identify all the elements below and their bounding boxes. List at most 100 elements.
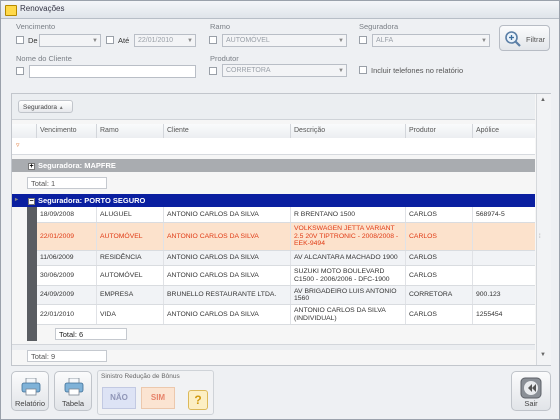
ramo-select[interactable]: AUTOMÓVEL ▼ — [222, 34, 347, 47]
cell-ramo: EMPRESA — [97, 286, 164, 304]
cell-produtor: CARLOS — [406, 266, 473, 285]
grid-header: Vencimento Ramo Cliente Descrição Produt… — [12, 124, 535, 139]
vertical-scrollbar[interactable]: ▲ ⁞ ▼ — [536, 94, 551, 365]
header-vencimento[interactable]: Vencimento — [37, 124, 97, 138]
group-total-porto-seguro: Total: 6 — [37, 328, 535, 340]
ramo-checkbox[interactable] — [209, 36, 217, 44]
row-pointer-icon: ▸ — [15, 197, 19, 203]
ate-label: Até — [118, 36, 130, 45]
magnifier-plus-icon — [505, 31, 521, 47]
table-row[interactable]: 11/06/2009 RESIDÊNCIA ANTONIO CARLOS DA … — [37, 251, 535, 266]
group-row-mapfre[interactable]: + Seguradora: MAPFRE — [12, 159, 535, 172]
produtor-label: Produtor — [210, 54, 239, 63]
cell-apolice: 900.123 — [476, 291, 501, 299]
ramo-value: AUTOMÓVEL — [226, 37, 270, 44]
cell-apolice — [473, 266, 535, 285]
de-checkbox[interactable] — [16, 36, 24, 44]
header-apolice[interactable]: Apólice — [473, 124, 535, 138]
table-row[interactable]: 24/09/2009 EMPRESA BRUNELLO RESTAURANTE … — [37, 286, 535, 305]
header-ramo[interactable]: Ramo — [97, 124, 164, 138]
table-row[interactable]: 22/01/2010 VIDA ANTONIO CARLOS DA SILVA … — [37, 305, 535, 325]
group-indent-bar — [27, 207, 37, 341]
printer-icon — [21, 378, 41, 396]
group-label-mapfre: Seguradora: MAPFRE — [38, 161, 116, 170]
vencimento-label: Vencimento — [16, 22, 56, 31]
nome-cliente-input[interactable] — [29, 65, 196, 78]
scroll-down-icon[interactable]: ▼ — [540, 352, 546, 358]
cell-apolice: 568974-5 — [476, 210, 505, 218]
collapse-minus-icon[interactable]: − — [28, 197, 35, 205]
group-chip-label: Seguradora — [23, 104, 57, 111]
ate-date-input[interactable]: 22/01/2010 ▼ — [134, 34, 196, 47]
total-box: Total: 1 — [27, 177, 107, 189]
chevron-down-icon: ▼ — [338, 68, 344, 74]
cell-ramo: VIDA — [97, 305, 164, 324]
tabela-label: Tabela — [61, 399, 85, 408]
chevron-down-icon: ▼ — [92, 38, 98, 44]
cell-vencimento: 11/06/2009 — [37, 251, 97, 265]
cell-produtor: CARLOS — [406, 223, 473, 250]
sinistro-label: Sinistro Redução de Bônus — [101, 373, 180, 380]
group-total-mapfre: Total: 1 — [12, 177, 535, 189]
group-label-porto-seguro: Seguradora: PORTO SEGURO — [38, 196, 146, 205]
de-label: De — [28, 36, 38, 45]
total-box: Total: 9 — [27, 350, 107, 362]
cell-apolice — [473, 251, 535, 265]
ate-date-value: 22/01/2010 — [138, 37, 174, 44]
cell-ramo: AUTOMÓVEL — [97, 223, 164, 250]
cell-descricao: R BRENTANO 1500 — [291, 207, 406, 222]
sair-button[interactable]: Sair — [511, 371, 551, 411]
cell-cliente: ANTONIO CARLOS DA SILVA — [164, 305, 291, 324]
de-date-input[interactable]: ▼ — [39, 34, 101, 47]
header-descricao[interactable]: Descrição — [291, 124, 406, 138]
scroll-grip-icon: ⁞ — [539, 234, 541, 240]
nao-button[interactable]: NÃO — [102, 387, 136, 409]
ate-checkbox[interactable] — [106, 36, 114, 44]
help-icon[interactable]: ? — [188, 390, 208, 410]
table-row-selected[interactable]: 22/01/2009 AUTOMÓVEL ANTONIO CARLOS DA S… — [37, 223, 535, 251]
cell-vencimento: 24/09/2009 — [37, 286, 97, 304]
cell-cliente: BRUNELLO RESTAURANTE LTDA. — [164, 286, 291, 304]
nome-cliente-checkbox[interactable] — [16, 67, 24, 75]
relatorio-button[interactable]: Relatório — [11, 371, 49, 411]
total-box: Total: 6 — [55, 328, 127, 340]
sim-button[interactable]: SIM — [141, 387, 175, 409]
group-chip-seguradora[interactable]: Seguradora ▲ — [18, 100, 73, 113]
incluir-telefones-checkbox[interactable] — [359, 66, 367, 74]
ramo-label: Ramo — [210, 22, 231, 31]
expand-plus-icon[interactable]: + — [28, 162, 35, 170]
filter-icon[interactable]: ▿ — [16, 141, 20, 149]
seguradora-checkbox[interactable] — [359, 36, 367, 44]
header-cliente[interactable]: Cliente — [164, 124, 291, 138]
cell-descricao: AV BRIGADEIRO LUIS ANTONIO 1560 — [291, 286, 406, 304]
table-row[interactable]: 18/09/2008 ALUGUEL ANTONIO CARLOS DA SIL… — [37, 207, 535, 223]
cell-descricao: ANTONIO CARLOS DA SILVA (INDIVIDUAL) — [291, 305, 406, 324]
tabela-button[interactable]: Tabela — [54, 371, 92, 411]
relatorio-label: Relatório — [14, 399, 45, 408]
header-produtor[interactable]: Produtor — [406, 124, 473, 138]
chevron-down-icon: ▼ — [338, 38, 344, 44]
produtor-checkbox[interactable] — [209, 67, 217, 75]
cell-apolice — [473, 223, 535, 250]
header-indicator — [12, 124, 37, 138]
window-title: Renovações — [20, 4, 65, 13]
filtrar-label: Filtrar — [526, 35, 546, 44]
folder-icon — [5, 5, 17, 16]
cell-cliente: ANTONIO CARLOS DA SILVA — [164, 266, 291, 285]
seguradora-value: ALFA — [376, 37, 394, 44]
cell-descricao: AV ALCANTARA MACHADO 1900 — [291, 251, 406, 265]
filter-row[interactable]: ▿ — [12, 138, 535, 155]
sinistro-panel: Sinistro Redução de Bônus NÃO SIM ? — [97, 370, 214, 415]
cell-vencimento: 22/01/2010 — [37, 305, 97, 324]
filtrar-button[interactable]: Filtrar — [499, 25, 550, 51]
cell-ramo: ALUGUEL — [97, 207, 164, 222]
group-row-porto-seguro[interactable]: ▸ − Seguradora: PORTO SEGURO — [12, 194, 535, 207]
produtor-select[interactable]: CORRETORA ▼ — [222, 64, 347, 77]
cell-descricao: SUZUKI MOTO BOULEVARD C1500 - 2006/2006 … — [291, 266, 406, 285]
cell-vencimento: 22/01/2009 — [37, 223, 97, 250]
cell-produtor: CARLOS — [406, 207, 473, 222]
seguradora-select[interactable]: ALFA ▼ — [372, 34, 490, 47]
scroll-up-icon[interactable]: ▲ — [540, 97, 546, 103]
sort-up-icon: ▲ — [58, 105, 64, 111]
table-row[interactable]: 30/06/2009 AUTOMÓVEL ANTONIO CARLOS DA S… — [37, 266, 535, 286]
